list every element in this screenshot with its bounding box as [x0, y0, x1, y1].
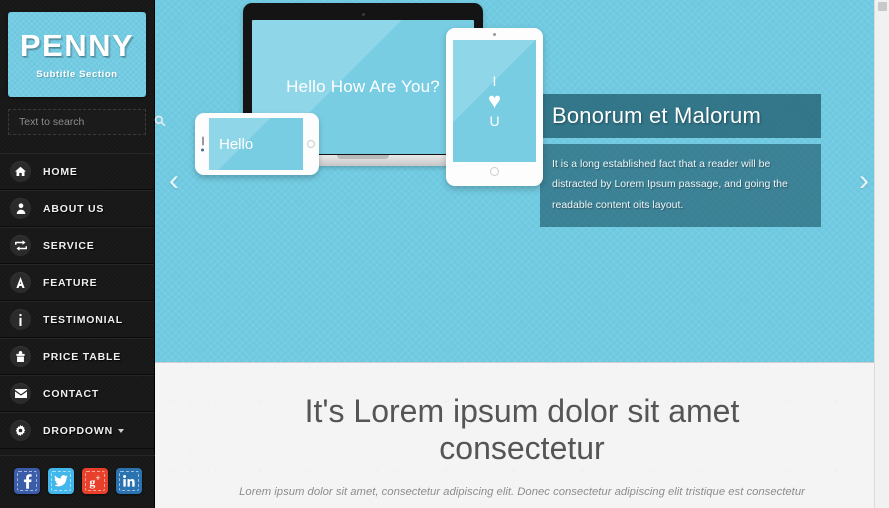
- laptop-screen-text: Hello How Are You?: [286, 77, 440, 97]
- search-box[interactable]: [8, 109, 166, 135]
- content-section: It's Lorem ipsum dolor sit amet consecte…: [155, 363, 889, 508]
- logo-subtitle: Subtitle Section: [36, 68, 118, 80]
- sidebar-item-dropdown[interactable]: DROPDOWN: [0, 412, 154, 449]
- sidebar-item-about-us[interactable]: ABOUT US: [0, 190, 154, 227]
- home-icon: [10, 161, 31, 182]
- main-area: ‹ › Hello How Are You? I ♥ U Hello Bonor…: [155, 0, 889, 508]
- page-title: It's Lorem ipsum dolor sit amet consecte…: [304, 393, 740, 466]
- social-links: g+: [0, 455, 155, 508]
- gift-icon: [10, 346, 31, 367]
- bookmark-icon: [10, 272, 31, 293]
- sidebar-item-label: FEATURE: [43, 276, 98, 289]
- user-icon: [10, 198, 31, 219]
- vertical-scrollbar[interactable]: [874, 0, 889, 508]
- laptop-notch: [337, 155, 389, 159]
- facebook-icon[interactable]: [14, 468, 40, 494]
- laptop-camera-icon: [361, 13, 365, 16]
- sidebar-item-label: DROPDOWN: [43, 425, 124, 437]
- phone-home-button: [307, 140, 315, 148]
- linkedin-icon[interactable]: [116, 468, 142, 494]
- chevron-down-icon: [117, 428, 124, 433]
- phone-mockup: Hello: [195, 113, 319, 175]
- sidebar-item-price-table[interactable]: PRICE TABLE: [0, 338, 154, 375]
- phone-screen: Hello: [209, 118, 303, 170]
- tablet-screen: I ♥ U: [453, 40, 536, 162]
- phone-speaker-icon: [201, 136, 204, 152]
- tablet-text-u: U: [489, 113, 500, 129]
- search-input[interactable]: [19, 116, 154, 128]
- tablet-text-i: I: [492, 73, 497, 89]
- scrollbar-thumb[interactable]: [878, 2, 887, 11]
- device-mockup-group: Hello How Are You? I ♥ U Hello: [195, 3, 543, 273]
- sidebar-nav: HOME ABOUT US SERVICE FEATURE TESTIMONIA…: [0, 153, 154, 449]
- sidebar-item-home[interactable]: HOME: [0, 153, 154, 190]
- hero-caption-title: Bonorum et Malorum: [540, 94, 821, 138]
- sidebar-item-label: SERVICE: [43, 239, 95, 252]
- sidebar-item-label: HOME: [43, 165, 78, 178]
- tablet-home-button: [490, 167, 499, 176]
- sidebar: PENNY Subtitle Section HOME: [0, 0, 166, 508]
- logo[interactable]: PENNY Subtitle Section: [8, 12, 146, 97]
- search-wrapper: [0, 97, 166, 135]
- search-icon[interactable]: [154, 115, 166, 129]
- twitter-icon[interactable]: [48, 468, 74, 494]
- sidebar-item-label: CONTACT: [43, 387, 100, 400]
- envelope-icon: [10, 383, 31, 404]
- tablet-camera-icon: [493, 33, 496, 36]
- logo-title: PENNY: [19, 27, 135, 63]
- tablet-mockup: I ♥ U: [446, 28, 543, 186]
- sidebar-item-label: ABOUT US: [43, 202, 105, 215]
- page-subtitle: Lorem ipsum dolor sit amet, consectetur …: [239, 485, 805, 498]
- hero-carousel: ‹ › Hello How Are You? I ♥ U Hello Bonor…: [155, 0, 889, 363]
- sidebar-item-feature[interactable]: FEATURE: [0, 264, 154, 301]
- google-plus-icon[interactable]: g+: [82, 468, 108, 494]
- carousel-prev-arrow-icon[interactable]: ‹: [169, 166, 179, 196]
- heart-icon: ♥: [487, 88, 502, 113]
- page-root: PENNY Subtitle Section HOME: [0, 0, 889, 508]
- sidebar-item-contact[interactable]: CONTACT: [0, 375, 154, 412]
- logo-wrapper: PENNY Subtitle Section: [0, 0, 154, 97]
- carousel-next-arrow-icon[interactable]: ›: [859, 166, 869, 196]
- sidebar-item-testimonial[interactable]: TESTIMONIAL: [0, 301, 154, 338]
- sidebar-item-label: PRICE TABLE: [43, 350, 122, 363]
- recycle-icon: [10, 235, 31, 256]
- gear-icon: [10, 420, 31, 441]
- phone-screen-text: Hello: [219, 135, 254, 153]
- hero-caption-body: It is a long established fact that a rea…: [540, 144, 821, 228]
- hero-caption: Bonorum et Malorum It is a long establis…: [540, 94, 821, 228]
- sidebar-item-label: TESTIMONIAL: [43, 313, 123, 326]
- info-icon: [10, 309, 31, 330]
- sidebar-item-service[interactable]: SERVICE: [0, 227, 154, 264]
